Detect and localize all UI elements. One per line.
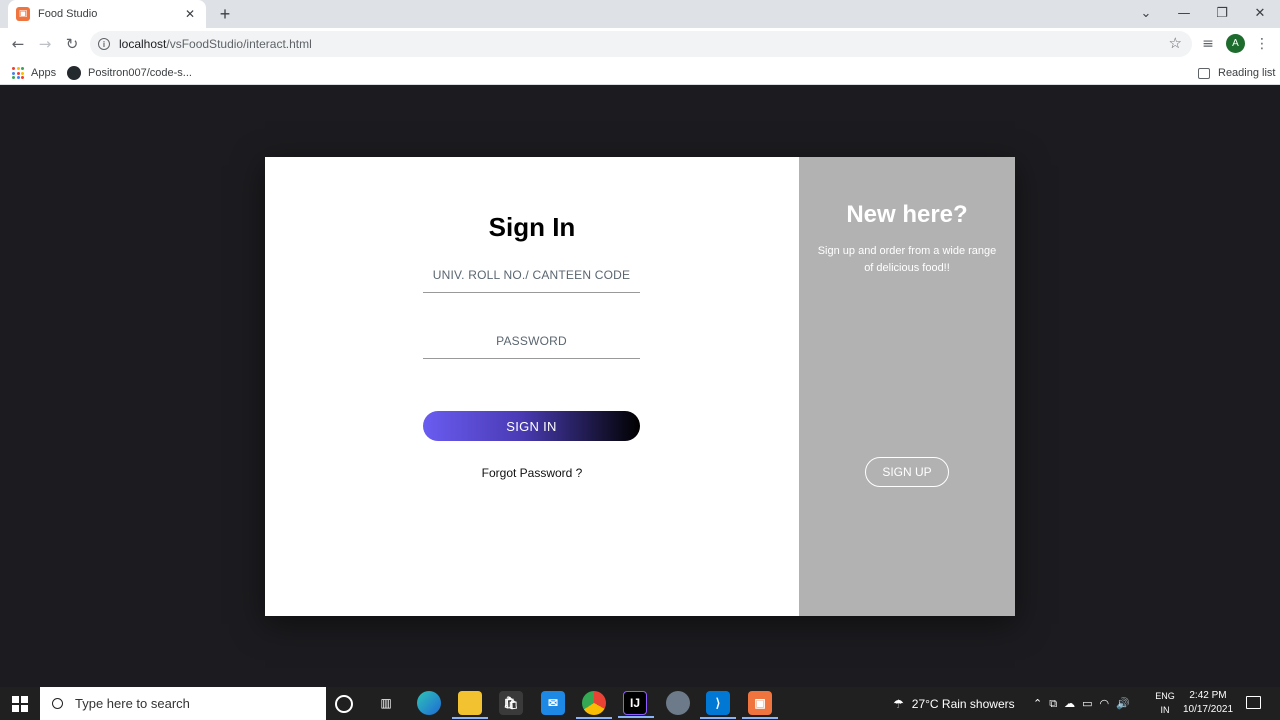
new-here-title: New here? <box>846 201 968 228</box>
new-tab-button[interactable]: + <box>214 4 236 24</box>
address-bar[interactable]: i localhost/vsFoodStudio/interact.html ☆ <box>90 31 1192 57</box>
clock[interactable]: 2:42 PM 10/17/2021 <box>1178 689 1238 717</box>
taskbar-search[interactable]: Type here to search <box>40 687 326 720</box>
taskbar-search-placeholder: Type here to search <box>75 696 190 711</box>
reading-list-label: Reading list <box>1218 67 1276 79</box>
windows-taskbar: Type here to search ▥ 🛍 ✉ IJ ⟩ ▣ ☂ 27°C … <box>0 687 1280 720</box>
bookmark-apps-label: Apps <box>31 67 57 79</box>
tab-title: Food Studio <box>38 8 98 20</box>
site-info-icon[interactable]: i <box>98 38 110 50</box>
menu-kebab-icon[interactable]: ⋮ <box>1251 33 1273 55</box>
vscode-icon[interactable]: ⟩ <box>700 691 736 719</box>
weather-text: 27°C Rain showers <box>911 696 1015 711</box>
minimize-button[interactable]: — <box>1169 4 1199 24</box>
app-icon[interactable] <box>666 691 690 715</box>
cortana-icon[interactable] <box>335 695 353 713</box>
media-control-icon[interactable]: ≡ <box>1197 33 1219 55</box>
intellij-icon[interactable]: IJ <box>618 691 654 718</box>
lang-bottom: IN <box>1160 705 1170 715</box>
chrome-icon[interactable] <box>576 691 612 719</box>
weather-icon: ☂ <box>893 696 904 711</box>
close-tab-icon[interactable]: ✕ <box>182 7 198 21</box>
clock-time: 2:42 PM <box>1189 690 1227 701</box>
bookmarks-bar: Apps Positron007/code-s... Reading list <box>0 60 1280 85</box>
roll-no-input[interactable] <box>423 257 640 293</box>
xampp-icon[interactable]: ▣ <box>742 691 778 719</box>
sign-in-button[interactable]: SIGN IN <box>423 411 640 441</box>
language-indicator[interactable]: ENG IN <box>1153 689 1177 717</box>
bookmark-github[interactable]: Positron007/code-s... <box>67 64 192 82</box>
back-arrow-icon[interactable]: ← <box>7 33 29 55</box>
url-text: localhost/vsFoodStudio/interact.html <box>119 37 312 51</box>
github-icon <box>67 66 81 80</box>
search-icon <box>52 698 63 709</box>
notification-icon[interactable] <box>1246 696 1261 709</box>
mail-icon[interactable]: ✉ <box>541 691 565 715</box>
browser-tab[interactable]: ▣ Food Studio ✕ <box>8 0 206 28</box>
browser-toolbar: ← → ↻ i localhost/vsFoodStudio/interact.… <box>0 28 1280 60</box>
url-host: localhost <box>119 37 167 51</box>
signin-title: Sign In <box>488 212 576 242</box>
clock-date: 10/17/2021 <box>1182 704 1234 715</box>
file-explorer-icon[interactable] <box>452 691 488 719</box>
bookmark-star-icon[interactable]: ☆ <box>1169 34 1182 52</box>
url-path: /vsFoodStudio/interact.html <box>166 37 312 51</box>
tab-strip: ▣ Food Studio ✕ + ⌄ — ❐ ✕ <box>0 0 1280 28</box>
store-icon[interactable]: 🛍 <box>499 691 523 715</box>
tab-search-icon[interactable]: ⌄ <box>1131 4 1161 24</box>
task-view-icon[interactable]: ▥ <box>374 691 398 715</box>
signin-panel: Sign In SIGN IN Forgot Password ? <box>265 157 799 616</box>
food-studio-favicon-icon: ▣ <box>16 7 30 21</box>
reading-list-button[interactable]: Reading list <box>1198 64 1275 82</box>
password-input[interactable] <box>423 323 640 359</box>
reading-list-icon <box>1198 67 1210 79</box>
reload-icon[interactable]: ↻ <box>61 33 83 55</box>
restore-button[interactable]: ❐ <box>1207 4 1237 24</box>
windows-start-icon[interactable] <box>12 696 28 712</box>
lang-top: ENG <box>1155 691 1175 701</box>
signup-description: Sign up and order from a wide range of d… <box>817 245 997 274</box>
forward-arrow-icon[interactable]: → <box>34 33 56 55</box>
sign-up-button[interactable]: SIGN UP <box>865 457 949 487</box>
bookmark-github-label: Positron007/code-s... <box>88 67 192 79</box>
bookmark-apps[interactable]: Apps <box>12 64 56 82</box>
login-card: Sign In SIGN IN Forgot Password ? New he… <box>265 157 1015 616</box>
forgot-password-link[interactable]: Forgot Password ? <box>265 466 799 480</box>
system-tray-icons[interactable]: ⌃⧉☁▭◠🔊 <box>1033 687 1137 720</box>
apps-grid-icon <box>12 67 24 79</box>
weather-widget[interactable]: ☂ 27°C Rain showers <box>893 687 1015 720</box>
edge-icon[interactable] <box>417 691 441 715</box>
profile-avatar[interactable]: A <box>1226 34 1245 53</box>
close-window-button[interactable]: ✕ <box>1245 4 1275 24</box>
signup-panel: New here? Sign up and order from a wide … <box>799 157 1015 616</box>
